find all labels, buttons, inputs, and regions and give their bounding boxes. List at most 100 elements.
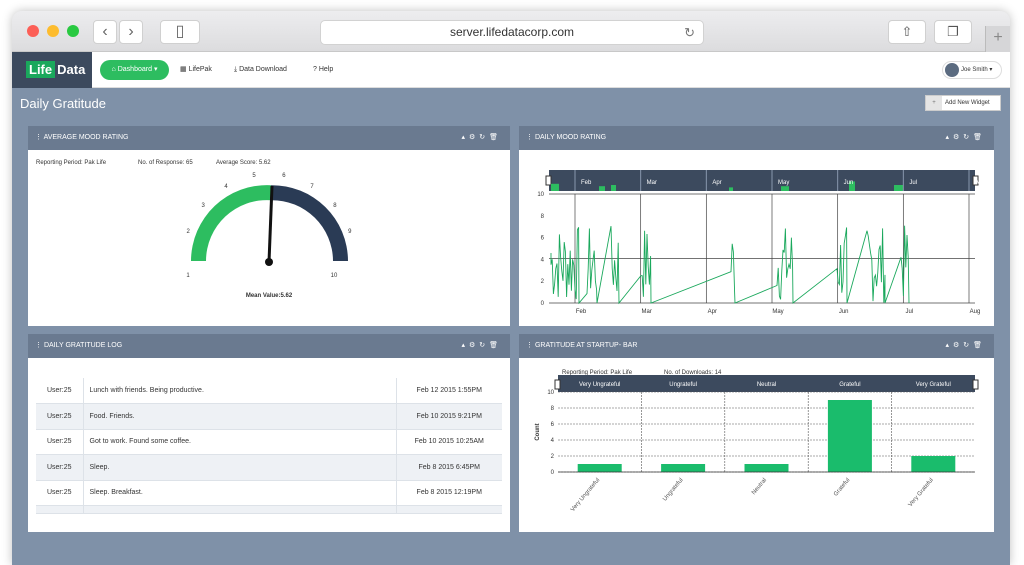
trash-icon[interactable]: 🗑 xyxy=(973,342,986,349)
bar[interactable] xyxy=(827,400,872,472)
tabs-icon: ❐ xyxy=(947,24,959,39)
navigator-month-label: Mar xyxy=(647,180,657,186)
y-tick-label: 2 xyxy=(551,454,555,460)
refresh-icon[interactable]: ↻ xyxy=(479,134,489,141)
collapse-icon[interactable]: ▴ xyxy=(461,134,469,141)
chevron-right-icon: › xyxy=(128,23,134,40)
row-date: Feb 10 2015 10:25AM xyxy=(395,429,502,455)
bar-handle-left[interactable] xyxy=(554,379,561,390)
y-tick-label: 8 xyxy=(551,406,555,412)
gauge-tick-label: 8 xyxy=(333,202,337,209)
y-tick-label: 6 xyxy=(541,236,545,242)
row-text: Got to work. Found some coffee. xyxy=(83,429,396,455)
add-widget-button[interactable]: + Add New Widget xyxy=(925,95,1001,111)
gauge-tick-label: 7 xyxy=(310,183,314,190)
nav-lifepak[interactable]: ▦ LifePak xyxy=(180,60,212,80)
gear-icon[interactable]: ⚙ xyxy=(953,342,963,349)
table-row xyxy=(36,505,502,514)
close-window-button[interactable] xyxy=(27,25,39,37)
widget-header[interactable]: ⋮ DAILY GRATITUDE LOG ▴⚙↻🗑 xyxy=(28,334,510,358)
caret-down-icon: ▾ xyxy=(153,66,158,73)
logo[interactable]: Life Data xyxy=(12,52,92,88)
gear-icon[interactable]: ⚙ xyxy=(469,342,479,349)
row-text: Lunch with friends. Being productive. xyxy=(83,378,396,404)
x-tick-label: Grateful xyxy=(833,477,851,497)
bar[interactable] xyxy=(661,464,706,472)
table-row: User:25 Sleep. Breakfast. Feb 8 2015 12:19… xyxy=(36,480,502,506)
widget-tools: ▴⚙↻🗑 xyxy=(945,126,986,150)
navigator-month-label: Aug xyxy=(975,180,986,186)
bar[interactable] xyxy=(911,456,956,472)
widget-header[interactable]: ⋮ AVERAGE MOOD RATING ▴⚙↻🗑 xyxy=(28,126,510,150)
category-header-label: Grateful xyxy=(839,382,860,388)
category-header-label: Very Ungrateful xyxy=(579,382,620,388)
avatar xyxy=(945,63,959,77)
dashboard-button[interactable]: ⌂ Dashboard ▾ xyxy=(100,60,169,80)
widget-title: DAILY MOOD RATING xyxy=(534,134,607,141)
widget-header[interactable]: ⋮ DAILY MOOD RATING ▴⚙↻🗑 xyxy=(519,126,994,150)
download-icon: ⤓ xyxy=(234,66,238,73)
add-widget-label: Add New Widget xyxy=(945,100,990,106)
range-handle-left[interactable] xyxy=(545,175,552,186)
nav-data-download[interactable]: ⤓ Data Download xyxy=(234,60,287,80)
widget-header[interactable]: ⋮ GRATITUDE AT STARTUP- BAR ▴⚙↻🗑 xyxy=(519,334,994,358)
widget-title: DAILY GRATITUDE LOG xyxy=(43,342,123,349)
refresh-icon[interactable]: ↻ xyxy=(963,134,973,141)
bar[interactable] xyxy=(577,464,622,472)
user-menu[interactable]: Joe Smith ▾ xyxy=(942,61,1002,79)
row-user: User:25 xyxy=(36,480,84,506)
navigator-mini-series xyxy=(599,186,605,191)
row-date xyxy=(395,505,502,514)
gauge-tick-label: 3 xyxy=(201,202,205,209)
row-user: User:25 xyxy=(36,429,84,455)
address-bar[interactable]: server.lifedatacorp.com ↻ xyxy=(320,20,704,45)
drag-handle-icon[interactable]: ⋮ xyxy=(35,342,42,349)
trash-icon[interactable]: 🗑 xyxy=(489,342,502,349)
category-header-label: Neutral xyxy=(757,382,776,388)
reload-icon[interactable]: ↻ xyxy=(684,21,695,44)
gratitude-bar-chart: 0 2 4 6 8 10 Count Very Ungrateful Very Ungratef… xyxy=(535,375,979,513)
bar[interactable] xyxy=(744,464,789,472)
collapse-icon[interactable]: ▴ xyxy=(945,134,953,141)
bar-handle-right[interactable] xyxy=(972,379,979,390)
forward-button[interactable]: › xyxy=(119,20,143,44)
y-tick-label: 0 xyxy=(541,301,545,307)
drag-handle-icon[interactable]: ⋮ xyxy=(35,134,42,141)
trash-icon[interactable]: 🗑 xyxy=(973,134,986,141)
grid-icon: ▦ xyxy=(180,66,187,73)
back-button[interactable]: ‹ xyxy=(93,20,117,44)
logo-part1: Life xyxy=(26,61,56,78)
share-button[interactable]: ⇧ xyxy=(888,20,926,44)
gear-icon[interactable]: ⚙ xyxy=(469,134,479,141)
collapse-icon[interactable]: ▴ xyxy=(945,342,953,349)
navigator-mini-series xyxy=(729,187,733,191)
gear-icon[interactable]: ⚙ xyxy=(953,134,963,141)
mood-gauge xyxy=(191,185,348,266)
minimize-window-button[interactable] xyxy=(47,25,59,37)
refresh-icon[interactable]: ↻ xyxy=(963,342,973,349)
row-user: User:25 xyxy=(36,403,84,430)
tabs-button[interactable]: ❐ xyxy=(934,20,972,44)
gauge-max-label: 10 xyxy=(330,273,338,279)
logo-part2: Data xyxy=(57,62,86,77)
table-row: User:25 Food. Friends. Feb 10 2015 9:21PM xyxy=(36,403,502,430)
drag-handle-icon[interactable]: ⋮ xyxy=(526,342,533,349)
gauge-tick-label: 9 xyxy=(348,228,352,235)
maximize-window-button[interactable] xyxy=(67,25,79,37)
refresh-icon[interactable]: ↻ xyxy=(479,342,489,349)
y-tick-label: 2 xyxy=(541,279,545,285)
trash-icon[interactable]: 🗑 xyxy=(489,134,502,141)
browser-window: ‹ › ▯ server.lifedatacorp.com ↻ ⇧ ❐ + Li… xyxy=(12,11,1010,565)
new-tab-button[interactable]: + xyxy=(985,26,1010,52)
nav-help[interactable]: ? Help xyxy=(313,60,333,80)
gauge-tick-label: 2 xyxy=(186,228,190,235)
row-text: Sleep. xyxy=(83,454,396,481)
sidebar-toggle-button[interactable]: ▯ xyxy=(160,20,200,44)
app-navbar: Life Data ⌂ Dashboard ▾ ▦ LifePak ⤓ Data … xyxy=(12,52,1010,88)
y-tick-label: 10 xyxy=(537,192,544,198)
dashboard-label: Dashboard xyxy=(117,66,152,73)
gauge-tick-label: 5 xyxy=(252,173,256,180)
collapse-icon[interactable]: ▴ xyxy=(461,342,469,349)
navigator-month-label: Feb xyxy=(581,180,592,186)
drag-handle-icon[interactable]: ⋮ xyxy=(526,134,533,141)
